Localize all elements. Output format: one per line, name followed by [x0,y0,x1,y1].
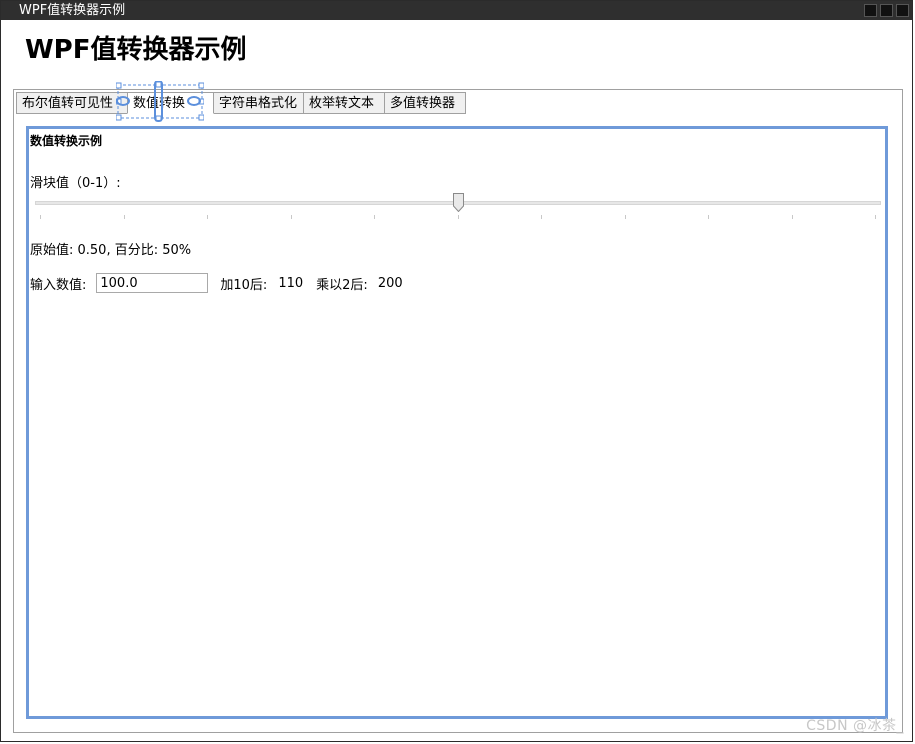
mul2-value: 200 [377,275,403,291]
tab-numeric-conversion[interactable]: 数值转换 [127,92,214,114]
maximize-button[interactable] [880,4,893,17]
numeric-input-row: 输入数值: 加10后: 110 乘以2后: 200 [30,272,403,294]
slider-tick [374,215,375,219]
add10-label: 加10后: [220,277,268,293]
tab-content-numeric: 数值转换示例 滑块值（0-1）: 原始值: 0.50, 百分比: 50% 输入数… [26,126,888,719]
tab-bool-visibility[interactable]: 布尔值转可见性 [16,92,128,114]
mul2-label: 乘以2后: [316,277,368,293]
number-input[interactable] [96,273,209,293]
slider-tick [124,215,125,219]
input-label: 输入数值: [30,277,87,293]
slider-tick [625,215,626,219]
section-title: 数值转换示例 [30,134,103,148]
slider-tick [458,215,459,219]
value-slider[interactable] [35,191,881,221]
watermark: CSDN @冰茶_ [806,718,904,734]
window-title: WPF值转换器示例 [19,3,126,18]
slider-tick [40,215,41,219]
slider-tick [291,215,292,219]
slider-thumb[interactable] [452,193,464,212]
tab-enum-text[interactable]: 枚举转文本 [303,92,385,114]
add10-value: 110 [278,275,304,291]
raw-percent-readout: 原始值: 0.50, 百分比: 50% [30,243,192,258]
page-title: WPF值转换器示例 [25,35,247,65]
slider-tick [875,215,876,219]
slider-tick [207,215,208,219]
slider-tick [708,215,709,219]
tab-multi-value[interactable]: 多值转换器 [384,92,466,114]
minimize-button[interactable] [864,4,877,17]
slider-tick [541,215,542,219]
app-window: WPF值转换器示例 WPF值转换器示例 布尔值转可见性 数值转换 字符串格式化 … [0,0,913,742]
window-titlebar[interactable]: WPF值转换器示例 [1,1,912,20]
tab-strip: 布尔值转可见性 数值转换 字符串格式化 枚举转文本 多值转换器 [16,92,466,114]
slider-tick [792,215,793,219]
slider-label: 滑块值（0-1）: [30,176,121,191]
close-button[interactable] [896,4,909,17]
tab-string-format[interactable]: 字符串格式化 [213,92,304,114]
window-controls [864,4,909,17]
